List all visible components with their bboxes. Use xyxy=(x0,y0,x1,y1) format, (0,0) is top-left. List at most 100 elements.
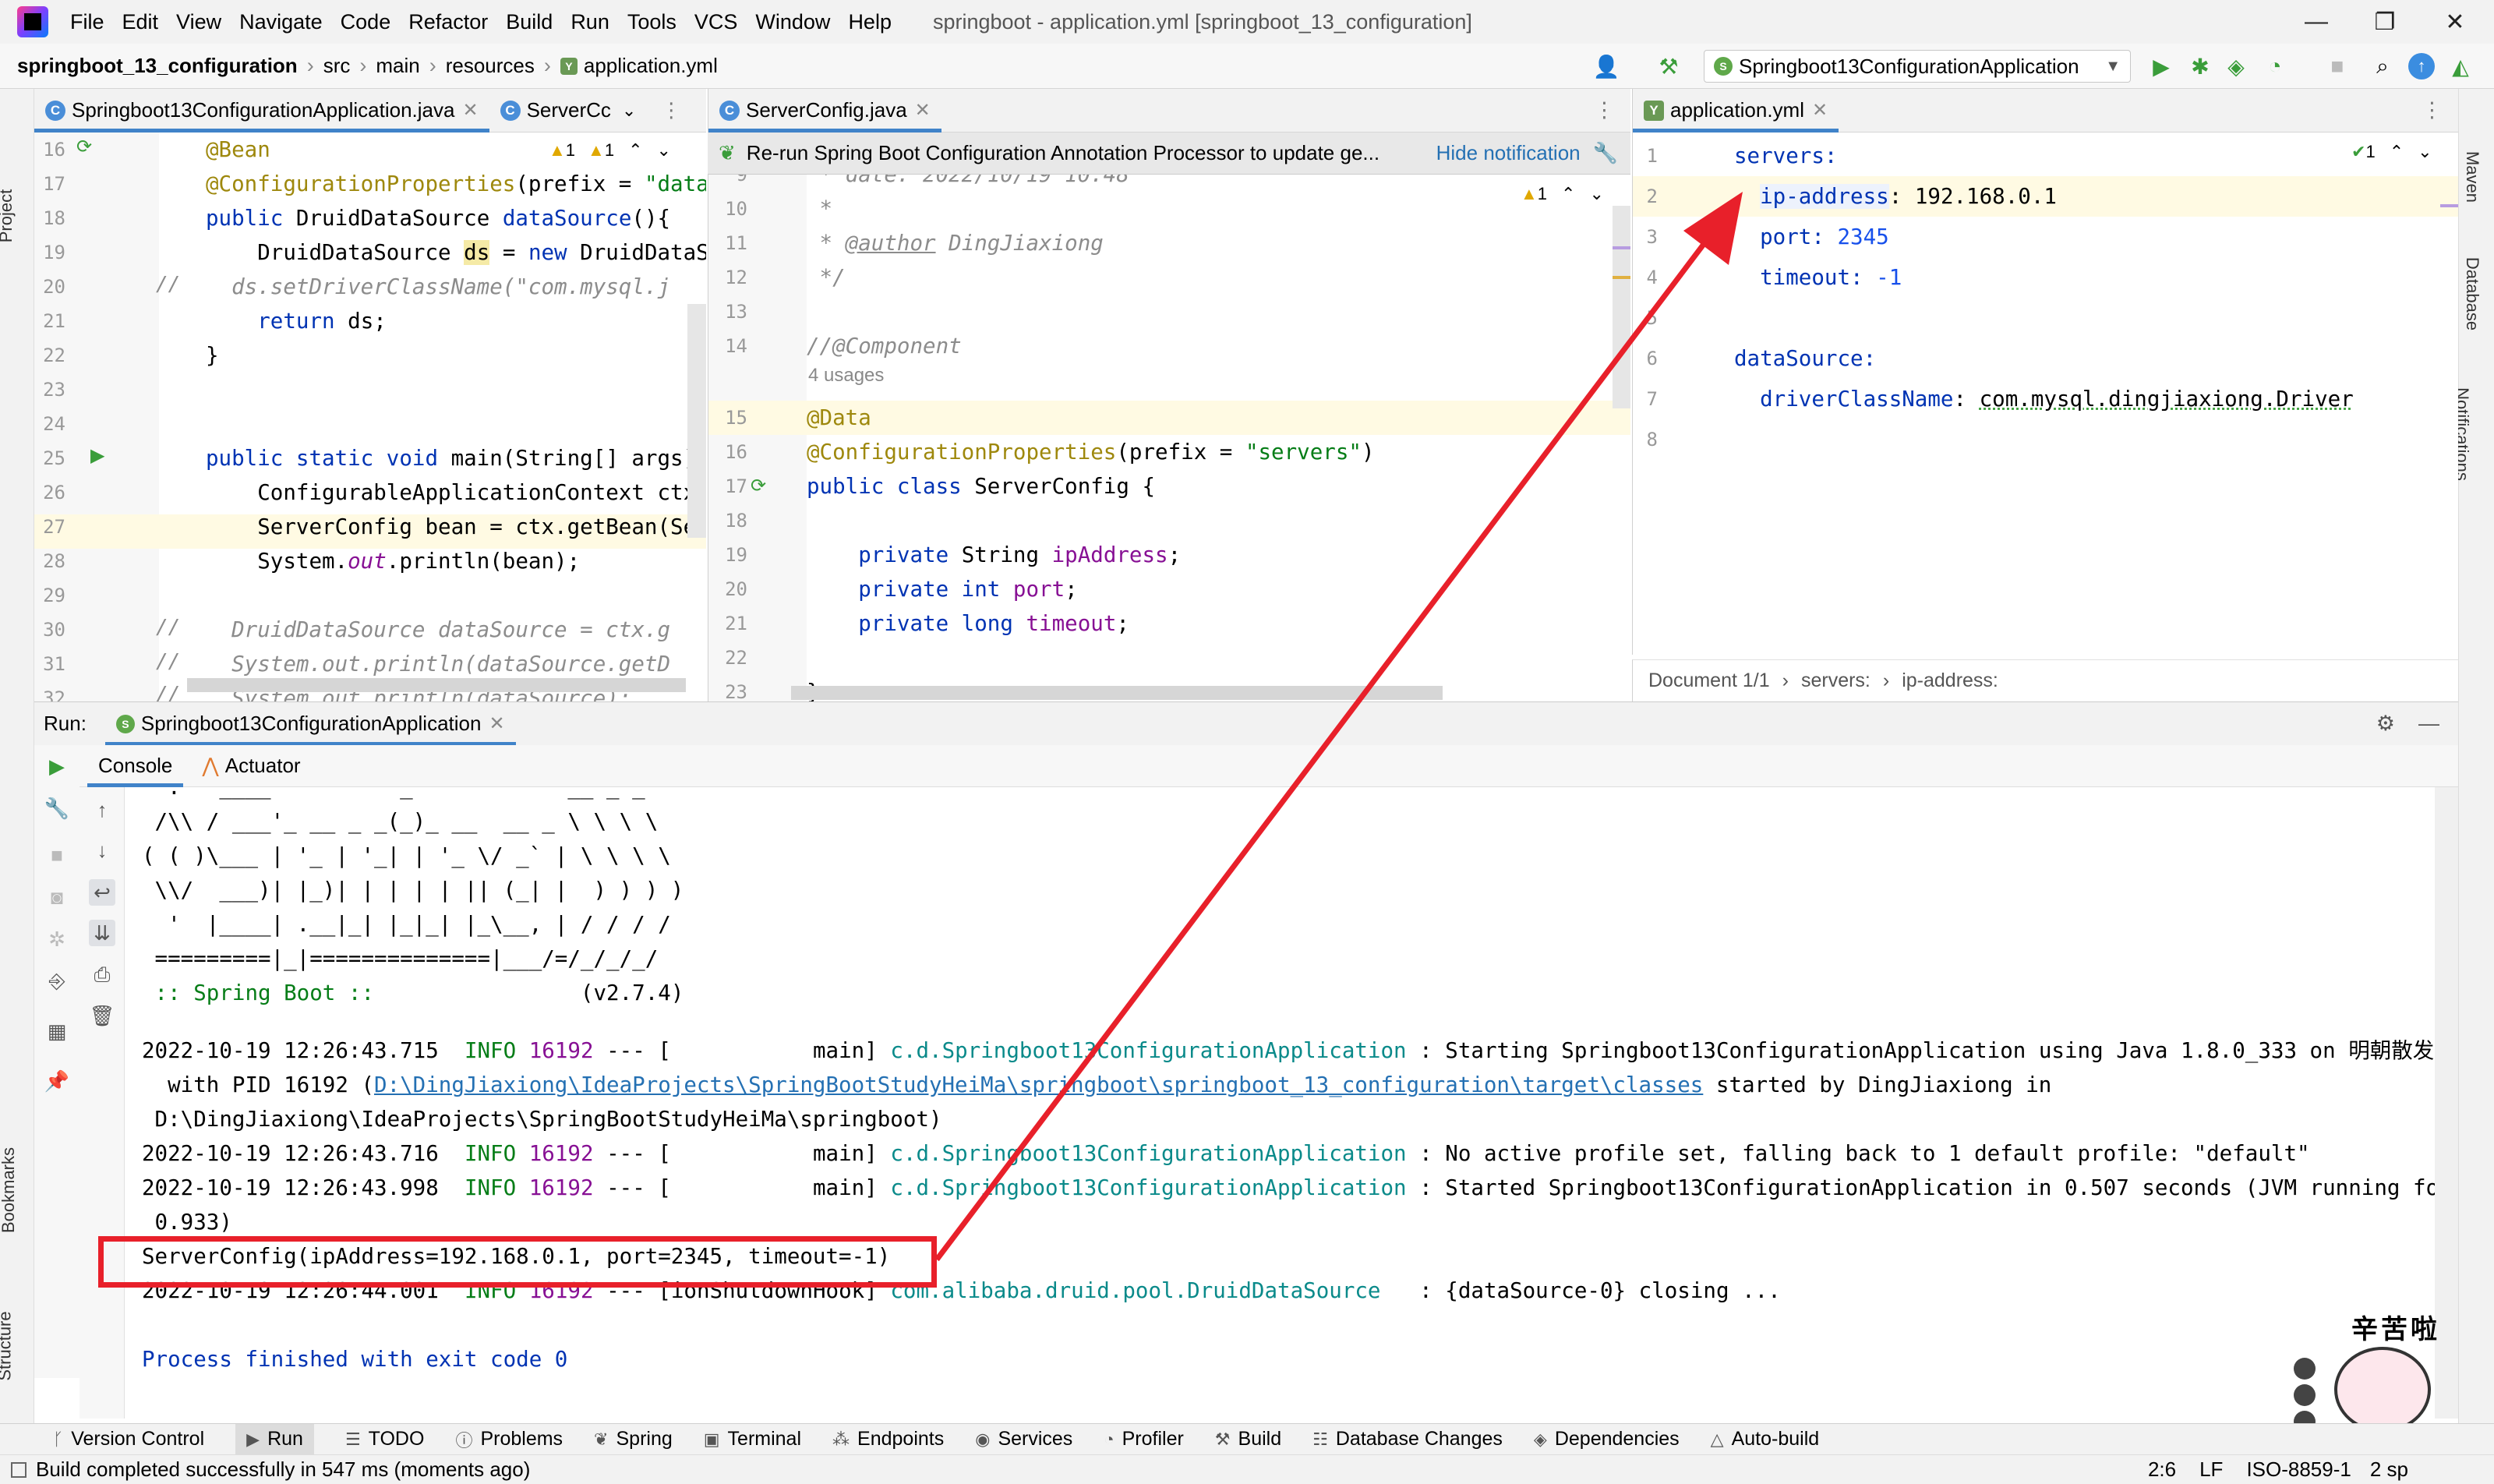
file-encoding[interactable]: ISO-8859-1 xyxy=(2246,1458,2351,1482)
restore-icon[interactable]: ❐ xyxy=(2354,0,2416,44)
search-icon[interactable]: ⌕ xyxy=(2369,53,2396,80)
menu-help[interactable]: Help xyxy=(848,10,892,34)
tool-services[interactable]: ◉ Services xyxy=(975,1428,1072,1450)
menu-navigate[interactable]: Navigate xyxy=(239,10,323,34)
print-icon[interactable]: ⎙ xyxy=(89,962,115,988)
breadcrumb-project[interactable]: springboot_13_configuration xyxy=(17,54,298,78)
vertical-scrollbar[interactable] xyxy=(1613,206,1630,408)
menu-code[interactable]: Code xyxy=(341,10,391,34)
chevron-up-icon[interactable]: ⌃ xyxy=(2390,142,2404,162)
minimize-icon[interactable]: — xyxy=(2285,0,2347,44)
bug-icon[interactable]: ✲ xyxy=(44,926,70,952)
tool-run[interactable]: ▶ Run xyxy=(235,1423,314,1455)
breadcrumb-servers[interactable]: servers: xyxy=(1801,670,1870,692)
user-icon[interactable]: 👤 xyxy=(1593,53,1620,80)
usages-hint[interactable]: 4 usages xyxy=(808,365,884,387)
tab-console[interactable]: Console xyxy=(87,745,184,787)
database-tool-tab[interactable]: Database xyxy=(2462,257,2482,330)
run-icon[interactable]: ▶ xyxy=(2148,53,2174,80)
menu-view[interactable]: View xyxy=(176,10,221,34)
run-configuration-select[interactable]: S Springboot13ConfigurationApplication ▼ xyxy=(1704,50,2131,83)
pin-icon[interactable]: 📌 xyxy=(44,1068,70,1094)
chevron-up-icon[interactable]: ⌃ xyxy=(1561,184,1575,204)
rerun-icon[interactable]: ▶ xyxy=(44,753,70,779)
layout-icon[interactable]: ▦ xyxy=(44,1018,70,1044)
more-options-icon[interactable]: ⋮ xyxy=(1594,98,1615,122)
settings-gear-icon[interactable]: ⚙ xyxy=(2376,712,2395,736)
tool-todo[interactable]: ☰ TODO xyxy=(345,1428,425,1450)
tab-springboot13configurationapplication[interactable]: C Springboot13ConfigurationApplication.j… xyxy=(34,89,489,132)
wrench-icon[interactable]: 🔧 xyxy=(1593,141,1618,165)
jetbrains-toolbox-icon[interactable]: ◭ xyxy=(2447,53,2474,80)
tab-serverconfig-truncated[interactable]: C ServerCc ⌄ ⋮ xyxy=(489,89,693,132)
menu-tools[interactable]: Tools xyxy=(627,10,676,34)
horizontal-scrollbar[interactable] xyxy=(791,686,1443,700)
more-options-icon[interactable]: ⋮ xyxy=(2422,98,2443,122)
pane1-editor[interactable]: 16 17 18 19 20 21 22 23 24 25 26 27 28 29 30 31 32 ⟳ ▶ ▲… xyxy=(34,132,706,701)
menu-run[interactable]: Run xyxy=(571,10,609,34)
tool-database-changes[interactable]: ☷ Database Changes xyxy=(1312,1428,1503,1450)
breadcrumb-resources[interactable]: resources xyxy=(446,54,535,78)
indent-setting[interactable]: 2 sp xyxy=(2370,1458,2408,1482)
hammer-build-icon[interactable]: ⚒ xyxy=(1655,53,1682,80)
breadcrumb-src[interactable]: src xyxy=(323,54,351,78)
tool-endpoints[interactable]: ⁂ Endpoints xyxy=(832,1428,944,1450)
arrow-up-icon[interactable]: ↑ xyxy=(89,797,115,823)
breadcrumb-file[interactable]: application.yml xyxy=(584,54,718,78)
tab-application-yml[interactable]: Y application.yml ✕ xyxy=(1633,89,1839,132)
menu-vcs[interactable]: VCS xyxy=(694,10,738,34)
path-link[interactable]: D:\DingJiaxiong\IdeaProjects\SpringBootS… xyxy=(374,1072,1703,1097)
inspection-widget[interactable]: ✔ 1 ⌃ ⌄ xyxy=(2351,142,2432,162)
tab-serverconfig[interactable]: C ServerConfig.java ✕ xyxy=(708,89,941,132)
menu-build[interactable]: Build xyxy=(506,10,553,34)
hide-panel-icon[interactable]: — xyxy=(2418,712,2439,736)
menu-window[interactable]: Window xyxy=(755,10,830,34)
profile-icon[interactable]: ◔ xyxy=(2262,53,2288,80)
close-icon[interactable]: ✕ xyxy=(1812,99,1828,122)
chevron-down-icon[interactable]: ⌄ xyxy=(622,101,636,121)
tool-version-control[interactable]: ᚴ Version Control xyxy=(53,1428,204,1450)
caret-position[interactable]: 2:6 xyxy=(2148,1458,2176,1482)
tool-spring[interactable]: ❦ Spring xyxy=(594,1428,673,1450)
close-icon[interactable]: ✕ xyxy=(915,99,931,122)
menu-edit[interactable]: Edit xyxy=(122,10,159,34)
hide-notification-link[interactable]: Hide notification xyxy=(1436,141,1581,165)
tool-terminal[interactable]: ▣ Terminal xyxy=(704,1428,801,1450)
chevron-down-icon[interactable]: ⌄ xyxy=(1589,184,1603,204)
soft-wrap-icon[interactable]: ↩ xyxy=(89,879,115,906)
line-separator[interactable]: LF xyxy=(2199,1458,2223,1482)
run-tab[interactable]: S Springboot13ConfigurationApplication ✕ xyxy=(104,702,516,746)
stop-icon[interactable]: ■ xyxy=(2324,53,2351,80)
scroll-to-end-icon[interactable]: ⇊ xyxy=(89,920,115,946)
tool-build[interactable]: ⚒ Build xyxy=(1215,1428,1281,1450)
close-icon[interactable]: ✕ xyxy=(489,712,504,735)
coverage-icon[interactable]: ◈ xyxy=(2223,53,2249,80)
chevron-down-icon[interactable]: ⌄ xyxy=(2418,142,2432,162)
vertical-scrollbar[interactable] xyxy=(687,304,706,538)
camera-icon[interactable]: ◙ xyxy=(44,884,70,910)
run-gutter-icon[interactable]: ▶ xyxy=(90,444,104,467)
maven-tool-tab[interactable]: Maven xyxy=(2462,151,2482,203)
status-message[interactable]: Build completed successfully in 547 ms (… xyxy=(36,1458,530,1482)
tool-dependencies[interactable]: ◈ Dependencies xyxy=(1534,1428,1680,1450)
pane3-editor[interactable]: 12345678 ✔ 1 ⌃ ⌄ servers: ip-address: 192… xyxy=(1632,132,2458,655)
tool-profiler[interactable]: ◔ Profiler xyxy=(1104,1428,1183,1450)
breadcrumb-main[interactable]: main xyxy=(376,54,419,78)
stop-icon[interactable]: ■ xyxy=(44,842,70,868)
exit-icon[interactable]: ⎆ xyxy=(44,968,70,995)
tab-actuator[interactable]: ⋀ Actuator xyxy=(191,745,311,787)
debug-icon[interactable]: ✱ xyxy=(2187,53,2213,80)
window-layout-icon[interactable] xyxy=(11,1461,26,1478)
close-icon[interactable]: ✕ xyxy=(462,99,478,122)
wrench-icon[interactable]: 🔧 xyxy=(44,795,70,822)
menu-refactor[interactable]: Refactor xyxy=(408,10,488,34)
arrow-down-icon[interactable]: ↓ xyxy=(89,837,115,864)
bookmarks-tool-tab[interactable]: Bookmarks xyxy=(0,1147,19,1233)
project-tool-tab[interactable]: Project xyxy=(0,189,16,242)
breadcrumb-ip-address[interactable]: ip-address: xyxy=(1902,670,1998,692)
tool-auto-build[interactable]: △ Auto-build xyxy=(1711,1428,1820,1450)
console-output[interactable]: . ____ _ __ _ _ /\\ / ___'_ __ _ _(_)_ _… xyxy=(125,787,2458,1419)
update-icon[interactable]: ↑ xyxy=(2408,53,2435,80)
inspection-widget[interactable]: ▲ 1 ⌃ ⌄ xyxy=(1521,184,1604,204)
more-options-icon[interactable]: ⋮ xyxy=(661,98,681,122)
